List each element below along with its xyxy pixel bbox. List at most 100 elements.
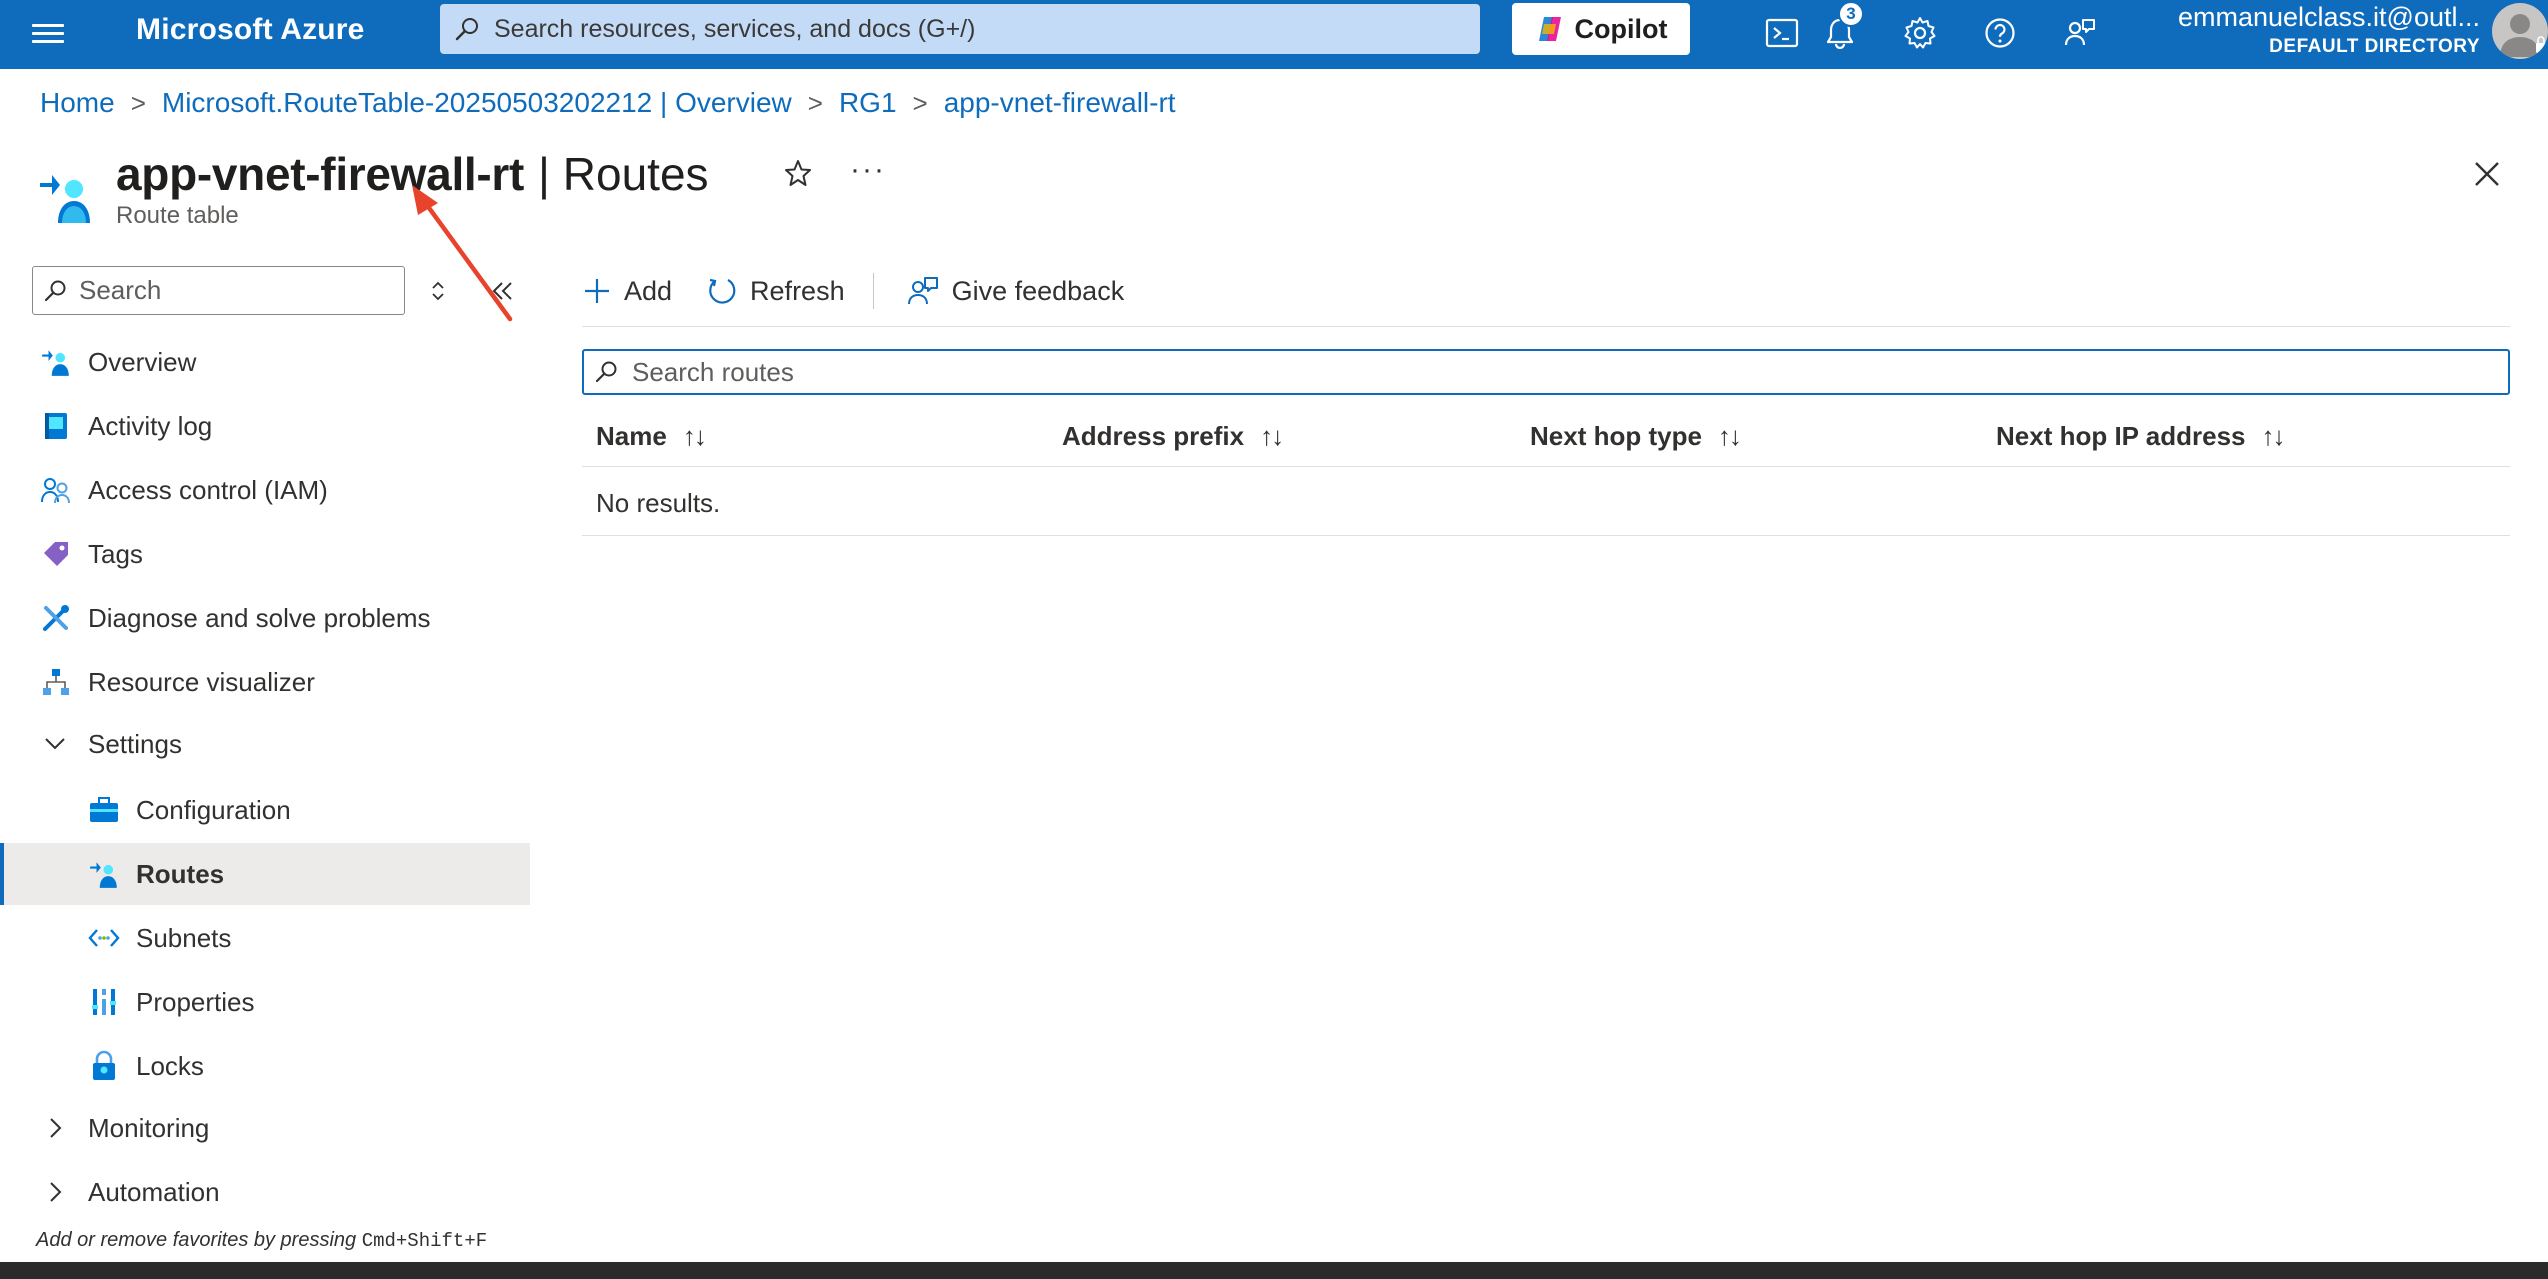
sidebar-group-monitoring[interactable]: Monitoring: [0, 1097, 530, 1159]
copilot-button[interactable]: Copilot: [1512, 3, 1690, 55]
refresh-button[interactable]: Refresh: [706, 275, 845, 307]
sidebar-item-diagnose[interactable]: Diagnose and solve problems: [0, 587, 530, 649]
table-row: No results.: [582, 468, 2510, 536]
page-body: Home > Microsoft.RouteTable-202505032022…: [0, 69, 2548, 1262]
sidebar-item-routes[interactable]: Routes: [0, 843, 530, 905]
close-icon[interactable]: [2472, 159, 2502, 189]
lock-icon: [86, 1048, 122, 1084]
subnet-icon: [86, 920, 122, 956]
column-header-address-prefix[interactable]: Address prefix ↑↓: [1062, 421, 1284, 452]
search-icon: [44, 280, 66, 301]
configuration-icon: [86, 792, 122, 828]
menu-search-input[interactable]: [79, 275, 389, 306]
sidebar-item-label: Properties: [136, 986, 255, 1017]
global-search-box[interactable]: [440, 4, 1480, 54]
feedback-icon: [2064, 19, 2095, 46]
sidebar-item-configuration[interactable]: Configuration: [0, 779, 530, 841]
collapse-menu-icon[interactable]: [488, 277, 518, 305]
divider: [582, 326, 2510, 327]
refresh-label: Refresh: [750, 275, 845, 306]
routes-search-input[interactable]: [632, 356, 2492, 388]
window-bottom-edge: [0, 1262, 2548, 1279]
favorites-hint: Add or remove favorites by pressing Cmd+…: [36, 1229, 487, 1252]
annotation-arrow: [412, 185, 513, 322]
sort-icon[interactable]: ↑↓: [1260, 421, 1284, 452]
avatar[interactable]: [2492, 3, 2548, 59]
breadcrumb-resource-group[interactable]: RG1: [839, 87, 897, 119]
breadcrumb-route-table-overview[interactable]: Microsoft.RouteTable-20250503202212 | Ov…: [162, 87, 792, 119]
sidebar-group-label: Settings: [88, 728, 182, 759]
sidebar-item-subnets[interactable]: Subnets: [0, 907, 530, 969]
hamburger-icon[interactable]: [30, 19, 66, 49]
account-email: emmanuelclass.it@outl...: [2177, 2, 2480, 32]
sort-icon[interactable]: ↑↓: [2262, 421, 2286, 452]
sidebar-item-label: Locks: [136, 1050, 204, 1081]
sidebar-item-tags[interactable]: Tags: [0, 523, 530, 585]
column-label: Next hop type: [1530, 421, 1702, 451]
sidebar-item-label: Overview: [88, 346, 197, 377]
notification-count-badge: 3: [1838, 1, 1864, 27]
command-bar: Add Refresh Give feedback: [582, 266, 1158, 316]
global-search-input[interactable]: [494, 14, 1454, 44]
chevron-right-icon: [50, 1118, 62, 1138]
top-navigation-bar: Microsoft Azure Copilot 3 emmanuelclass.…: [0, 0, 2548, 69]
cloud-shell-button[interactable]: [1760, 11, 1804, 55]
column-label: Address prefix: [1062, 421, 1245, 451]
favorites-hint-text: Add or remove favorites by pressing: [36, 1229, 362, 1251]
wrench-icon: [38, 600, 74, 636]
expand-collapse-all-icon[interactable]: [426, 277, 450, 305]
sort-icon[interactable]: ↑↓: [1718, 421, 1742, 452]
sidebar-group-automation[interactable]: Automation: [0, 1161, 530, 1223]
empty-state-text: No results.: [596, 488, 721, 518]
copilot-icon: [1538, 17, 1561, 41]
tag-icon: [38, 536, 74, 572]
brand-title[interactable]: Microsoft Azure: [136, 13, 365, 47]
help-button[interactable]: [1978, 11, 2022, 55]
routes-search-box[interactable]: [582, 349, 2510, 395]
breadcrumb-route-table[interactable]: app-vnet-firewall-rt: [944, 87, 1176, 119]
settings-button[interactable]: [1898, 11, 1942, 55]
account-menu[interactable]: emmanuelclass.it@outl... DEFAULT DIRECTO…: [2140, 0, 2480, 58]
column-header-next-hop-type[interactable]: Next hop type ↑↓: [1530, 421, 1742, 452]
give-feedback-button[interactable]: Give feedback: [906, 275, 1125, 307]
visualizer-icon: [38, 664, 74, 700]
chevron-right-icon: >: [130, 87, 146, 118]
more-options-icon[interactable]: ···: [850, 153, 886, 187]
sidebar-item-label: Resource visualizer: [88, 666, 315, 697]
sidebar-group-settings[interactable]: Settings: [0, 713, 530, 775]
chevron-right-icon: [50, 1182, 62, 1202]
add-label: Add: [624, 275, 673, 306]
route-table-icon: [40, 175, 90, 223]
column-header-next-hop-ip[interactable]: Next hop IP address ↑↓: [1996, 421, 2286, 452]
copilot-label: Copilot: [1574, 13, 1668, 44]
search-icon: [595, 361, 617, 383]
favorites-shortcut: Cmd+Shift+F: [361, 1230, 488, 1252]
menu-search-box[interactable]: [32, 266, 405, 315]
search-icon: [455, 18, 478, 41]
sidebar-item-properties[interactable]: Properties: [0, 971, 530, 1033]
activity-log-icon: [38, 408, 74, 444]
sidebar-item-label: Routes: [136, 858, 225, 889]
refresh-icon: [709, 278, 736, 304]
cloud-shell-icon: [1765, 18, 1799, 48]
page-section-title: | Routes: [538, 148, 709, 200]
sort-icon[interactable]: ↑↓: [683, 421, 707, 452]
column-header-name[interactable]: Name ↑↓: [596, 421, 707, 452]
sidebar-item-resource-visualizer[interactable]: Resource visualizer: [0, 651, 530, 713]
sidebar-item-activity-log[interactable]: Activity log: [0, 395, 530, 457]
feedback-button[interactable]: [2058, 11, 2102, 55]
sidebar-item-iam[interactable]: Access control (IAM): [0, 459, 530, 521]
route-table-icon: [86, 856, 122, 892]
add-route-button[interactable]: Add: [582, 276, 672, 307]
sidebar-item-label: Subnets: [136, 922, 232, 953]
sidebar-item-locks[interactable]: Locks: [0, 1035, 530, 1097]
sidebar-item-overview[interactable]: Overview: [0, 331, 530, 393]
breadcrumb-home[interactable]: Home: [40, 87, 115, 119]
chevron-down-icon: [45, 738, 65, 750]
column-label: Next hop IP address: [1996, 421, 2246, 451]
help-icon: [1985, 18, 2015, 48]
favorite-star-icon[interactable]: [784, 159, 812, 187]
route-table-icon: [38, 344, 74, 380]
sidebar-item-label: Tags: [88, 538, 143, 569]
feedback-label: Give feedback: [951, 275, 1125, 306]
